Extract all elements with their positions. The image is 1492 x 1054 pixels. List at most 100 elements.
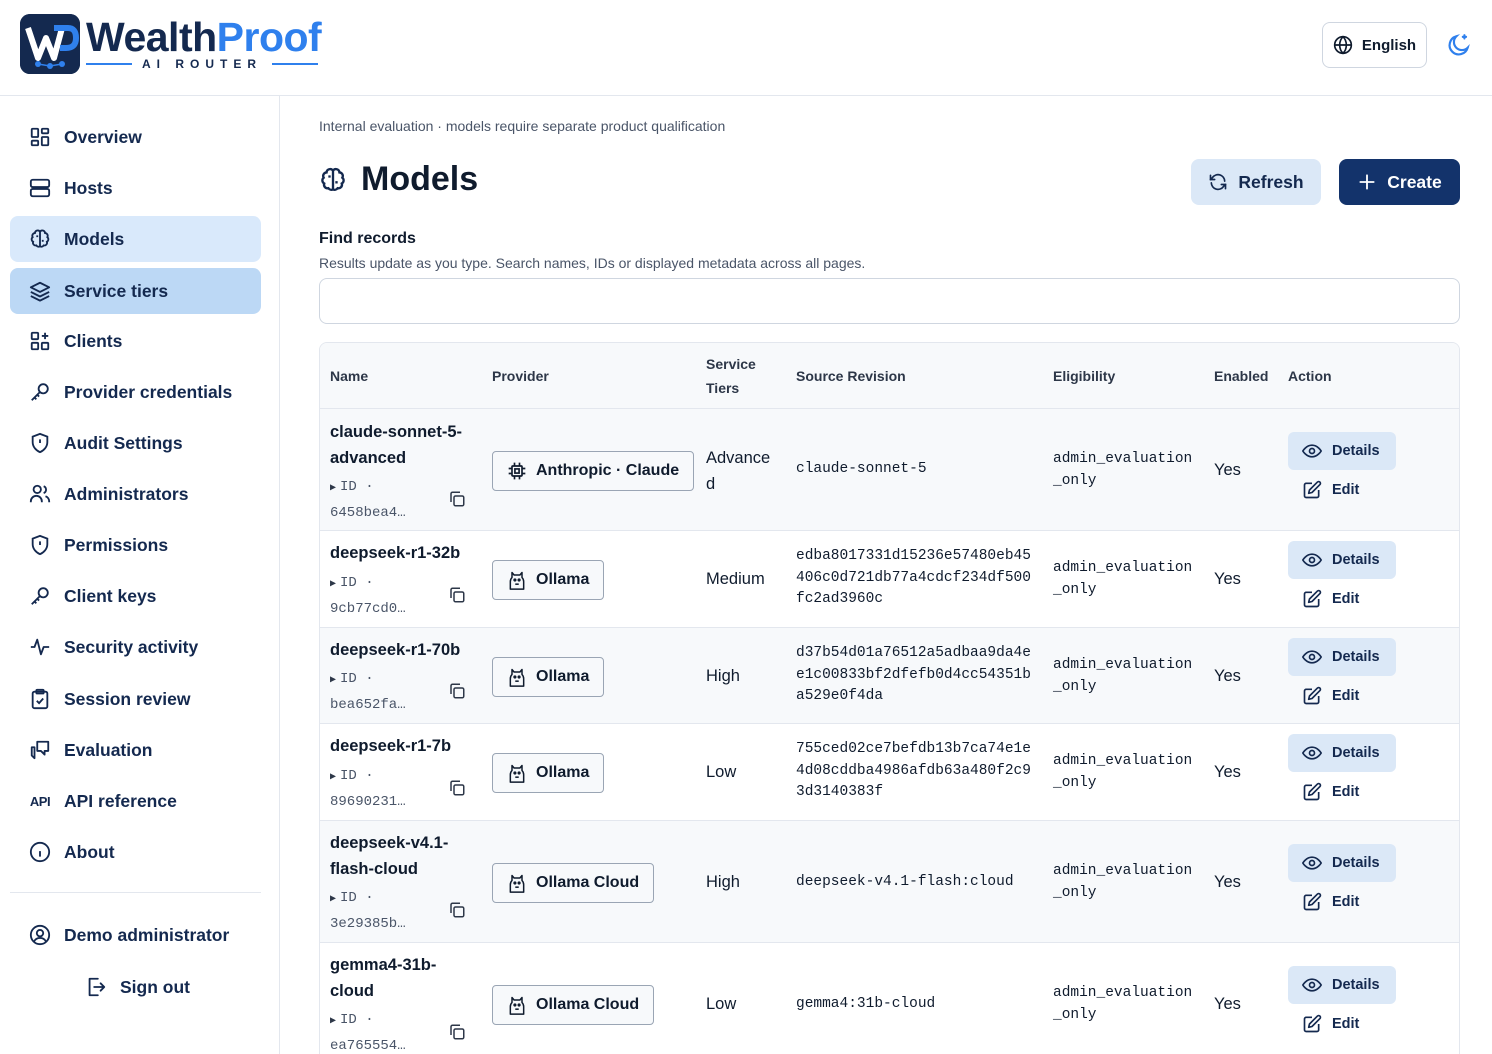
model-id-toggle[interactable]: ▶ ID · 89690231… (330, 764, 425, 814)
service-tier-line1: Advance (706, 449, 771, 467)
users-icon (28, 482, 52, 506)
copy-icon[interactable] (448, 1023, 466, 1041)
sidebar-item-api-reference[interactable]: API API reference (10, 778, 261, 824)
id-label: ID · (340, 1012, 374, 1028)
sidebar-item-overview[interactable]: Overview (10, 114, 261, 160)
id-label: ID · (340, 890, 374, 906)
sidebar-item-hosts[interactable]: Hosts (10, 165, 261, 211)
model-id-toggle[interactable]: ▶ ID · bea652fa… (330, 667, 425, 717)
service-tier-line1: High (706, 873, 740, 891)
sidebar-item-label: Audit Settings (64, 432, 183, 453)
model-id-toggle[interactable]: ▶ ID · ea765554… (330, 1008, 425, 1054)
edit-label: Edit (1332, 482, 1360, 498)
copy-icon[interactable] (448, 779, 466, 797)
model-name-line2: flash-cloud (330, 860, 419, 878)
sidebar-item-client-keys[interactable]: Client keys (10, 573, 261, 619)
sign-out-label: Sign out (120, 976, 190, 997)
column-header-name[interactable]: Name (330, 364, 368, 388)
sidebar-item-label: Service tiers (64, 280, 169, 301)
service-tier-line1: High (706, 667, 740, 685)
details-button[interactable]: Details (1288, 638, 1396, 676)
sidebar-item-administrators[interactable]: Administrators (10, 471, 261, 517)
plus-icon (1359, 174, 1375, 190)
eye-icon (1302, 856, 1322, 870)
edit-button[interactable]: Edit (1288, 777, 1396, 807)
brand-name: WealthProof (86, 14, 322, 60)
server-icon (28, 176, 52, 200)
model-id-value: 89690231… (330, 794, 406, 810)
model-name[interactable]: deepseek-r1-70b (330, 637, 470, 663)
source-revision: 755ced02ce7befdb13b7ca74e1e4d08cddba4986… (796, 741, 1031, 800)
edit-button[interactable]: Edit (1288, 887, 1396, 917)
eligibility: admin_evaluation_only (1053, 863, 1193, 901)
id-label: ID · (340, 575, 374, 591)
model-id-value: 3e29385b… (330, 916, 406, 932)
details-button[interactable]: Details (1288, 844, 1396, 882)
provider-badge: Anthropic · Claude (492, 451, 695, 491)
sidebar-item-clients[interactable]: Clients (10, 318, 261, 364)
sidebar-item-session-review[interactable]: Session review (10, 676, 261, 722)
edit-button[interactable]: Edit (1288, 584, 1396, 614)
column-header-eligibility[interactable]: Eligibility (1053, 364, 1115, 388)
service-tier-line1: Medium (706, 570, 765, 588)
sidebar-divider (10, 892, 261, 893)
details-button[interactable]: Details (1288, 541, 1396, 579)
source-revision: gemma4:31b-cloud (796, 996, 936, 1012)
grid-icon (28, 125, 52, 149)
service-tier-line1: Low (706, 995, 737, 1013)
sidebar-item-permissions[interactable]: Permissions (10, 522, 261, 568)
sidebar-item-models[interactable]: Models (10, 216, 261, 262)
wealthproof-logo-icon[interactable] (20, 14, 80, 74)
api-icon: API (29, 793, 51, 809)
model-id-toggle[interactable]: ▶ ID · 9cb77cd0… (330, 571, 425, 621)
provider-badge: Ollama Cloud (492, 985, 655, 1025)
copy-icon[interactable] (448, 586, 466, 604)
edit-button[interactable]: Edit (1288, 681, 1396, 711)
expand-triangle-icon: ▶ (330, 483, 337, 494)
chat-icon (28, 738, 52, 762)
enabled-value: Yes (1214, 461, 1241, 479)
sidebar-item-about[interactable]: About (10, 829, 261, 875)
edit-button[interactable]: Edit (1288, 475, 1396, 505)
table-row: deepseek-r1-7b ▶ ID · 89690231… Ollama Low… (320, 724, 1459, 821)
refresh-button[interactable]: Refresh (1191, 159, 1321, 205)
model-id-toggle[interactable]: ▶ ID · 3e29385b… (330, 886, 425, 936)
page-title: Models (319, 160, 478, 199)
sidebar-item-provider-credentials[interactable]: Provider credentials (10, 369, 261, 415)
edit-label: Edit (1332, 784, 1360, 800)
sidebar-item-security-activity[interactable]: Security activity (10, 624, 261, 670)
column-header-source-revision[interactable]: Source Revision (796, 364, 906, 388)
model-name[interactable]: deepseek-r1-32b (330, 540, 470, 566)
sidebar-user[interactable]: Demo administrator (10, 912, 261, 958)
language-button[interactable]: English (1322, 22, 1427, 68)
model-id-toggle[interactable]: ▶ ID · 6458bea4… (330, 475, 425, 525)
eye-icon (1302, 444, 1322, 458)
model-name[interactable]: deepseek-v4.1- flash-cloud (330, 830, 470, 882)
clipboard-icon (28, 687, 52, 711)
column-header-service-tiers[interactable]: Service Tiers (706, 352, 756, 400)
sidebar-item-label: Hosts (64, 177, 113, 198)
details-button[interactable]: Details (1288, 432, 1396, 470)
model-name[interactable]: deepseek-r1-7b (330, 733, 470, 759)
copy-icon[interactable] (448, 901, 466, 919)
copy-icon[interactable] (448, 682, 466, 700)
sidebar-item-label: Administrators (64, 483, 189, 504)
theme-toggle-button[interactable] (1442, 28, 1476, 62)
edit-button[interactable]: Edit (1288, 1009, 1396, 1039)
details-button[interactable]: Details (1288, 966, 1396, 1004)
sign-out-button[interactable]: Sign out (10, 964, 261, 1010)
model-name[interactable]: gemma4-31b-cloud (330, 952, 470, 1004)
sidebar-item-audit-settings[interactable]: Audit Settings (10, 420, 261, 466)
column-header-enabled[interactable]: Enabled (1214, 364, 1268, 388)
model-name[interactable]: claude-sonnet-5- advanced (330, 419, 470, 471)
sidebar-item-evaluation[interactable]: Evaluation (10, 727, 261, 773)
create-button[interactable]: Create (1339, 159, 1460, 205)
enabled-value: Yes (1214, 873, 1241, 891)
sidebar-item-service-tiers[interactable]: Service tiers (10, 268, 261, 314)
column-header-provider[interactable]: Provider (492, 364, 549, 388)
table-row: deepseek-r1-32b ▶ ID · 9cb77cd0… Ollama Me… (320, 531, 1459, 628)
expand-triangle-icon: ▶ (330, 894, 337, 905)
search-input[interactable] (319, 278, 1460, 324)
details-button[interactable]: Details (1288, 734, 1396, 772)
copy-icon[interactable] (448, 490, 466, 508)
